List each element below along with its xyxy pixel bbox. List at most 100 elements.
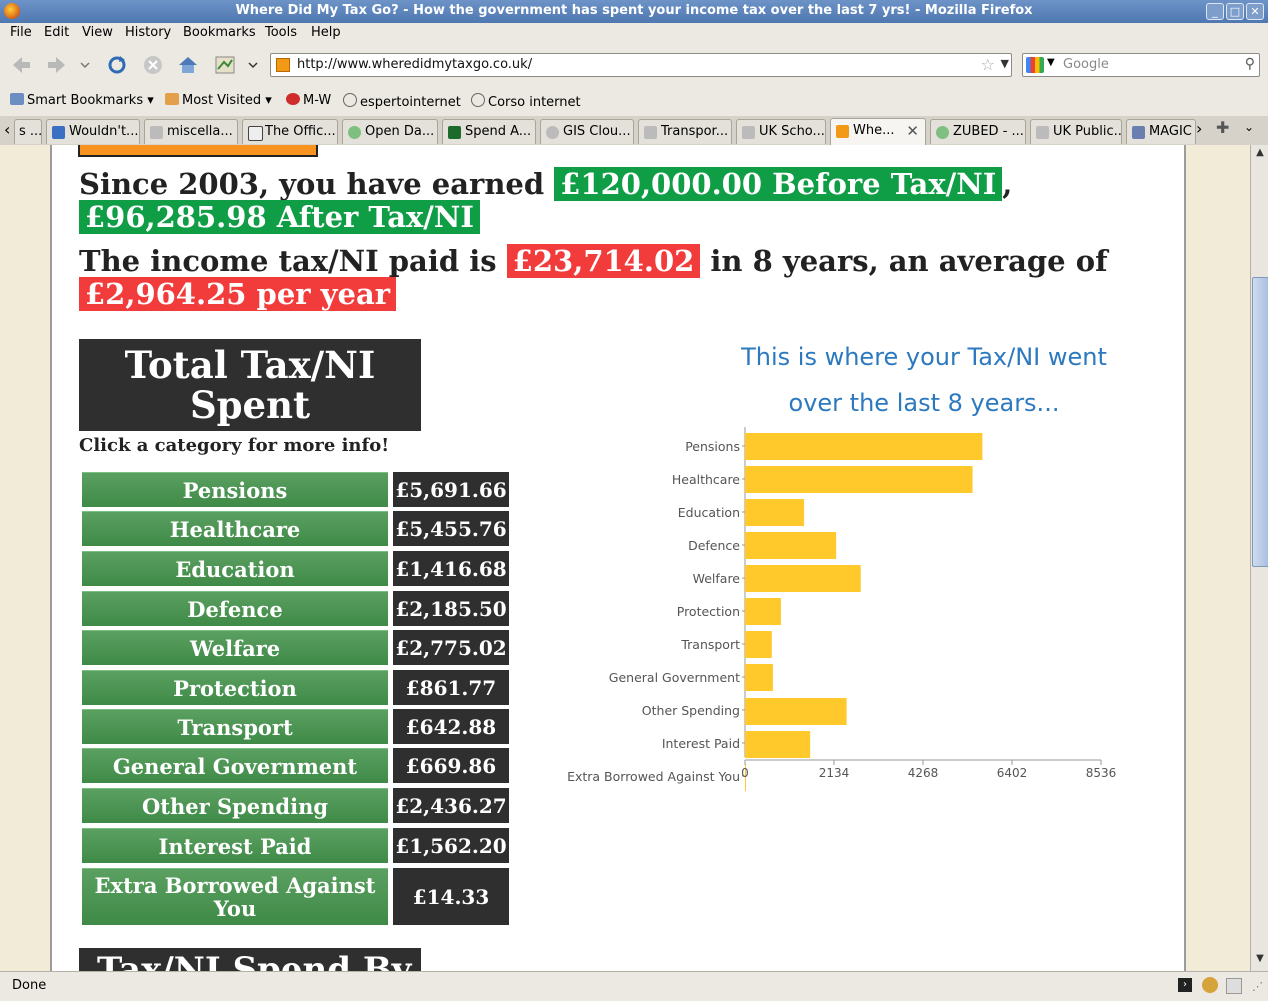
status-text: Done: [12, 978, 47, 993]
bookmark-corso-internet[interactable]: Corso internet: [471, 93, 581, 110]
url-text: http://www.wheredidmytaxgo.co.uk/: [297, 57, 533, 72]
tab-item[interactable]: UK Scho...: [736, 119, 826, 144]
new-tab-icon[interactable]: ✚: [1216, 118, 1229, 137]
chart-bar: [745, 532, 837, 559]
category-button[interactable]: Defence: [82, 591, 388, 626]
menu-bookmarks[interactable]: Bookmarks: [183, 25, 256, 40]
chart-category-label: Transport: [680, 637, 740, 652]
category-button[interactable]: Pensions: [82, 472, 388, 507]
category-button[interactable]: Extra Borrowed Against You: [82, 868, 388, 925]
category-button[interactable]: Education: [82, 551, 388, 586]
chart-category-label: Welfare: [693, 571, 741, 586]
bookmark-smart-bookmarks[interactable]: Smart Bookmarks ▾: [10, 93, 154, 108]
category-button[interactable]: Welfare: [82, 630, 388, 665]
tab-item[interactable]: GIS Clou...: [540, 119, 634, 144]
menu-view[interactable]: View: [82, 25, 113, 40]
vertical-scrollbar[interactable]: ▲ ▼: [1250, 145, 1268, 971]
url-dropdown-icon[interactable]: ▼: [1001, 57, 1009, 70]
tab-item[interactable]: Open Da...: [342, 119, 438, 144]
menu-edit[interactable]: Edit: [44, 25, 69, 40]
scrollbar-thumb[interactable]: [1252, 277, 1268, 567]
console-icon[interactable]: ›: [1178, 978, 1192, 992]
reload-icon[interactable]: [106, 54, 128, 76]
tab-item[interactable]: MAGIC: [1126, 119, 1196, 144]
bookmark-espertointernet[interactable]: espertointernet: [343, 93, 461, 110]
history-dropdown-icon[interactable]: [78, 54, 92, 76]
category-button[interactable]: Protection: [82, 670, 388, 705]
after-tax-amount: £96,285.98 After Tax/NI: [79, 200, 480, 234]
category-button[interactable]: General Government: [82, 748, 388, 783]
back-icon[interactable]: [10, 54, 32, 76]
bookmark-mw[interactable]: M-W: [286, 93, 331, 108]
category-amount: £1,562.20: [393, 828, 509, 863]
category-button[interactable]: Transport: [82, 709, 388, 744]
url-bar[interactable]: http://www.wheredidmytaxgo.co.uk/ ☆ ▼: [270, 53, 1012, 77]
home-icon[interactable]: [177, 54, 199, 76]
x-tick-label: 6402: [997, 766, 1028, 780]
chart-bar: [745, 598, 781, 625]
status-bar: Done › ⋰: [0, 971, 1268, 1001]
tab-scroll-left-icon[interactable]: ‹: [4, 120, 10, 139]
scroll-down-icon[interactable]: ▼: [1253, 953, 1267, 967]
google-engine-icon[interactable]: [1026, 57, 1044, 73]
bookmark-star-icon[interactable]: ☆: [981, 55, 995, 74]
x-tick-label: 8536: [1086, 766, 1117, 780]
tab-item[interactable]: Wouldn't...: [46, 119, 140, 144]
loading-icon: [742, 126, 755, 139]
cookie-icon[interactable]: [1226, 978, 1242, 994]
total-spent-heading: Total Tax/NI Spent: [79, 339, 421, 431]
menu-help[interactable]: Help: [311, 25, 341, 40]
folder-icon: [10, 93, 24, 105]
tab-item[interactable]: ZUBED - ...: [930, 119, 1026, 144]
chart-title: This is where your Tax/NI went: [740, 343, 1107, 371]
page-viewport: Since 2003, you have earned £120,000.00 …: [0, 145, 1250, 971]
category-amount: £861.77: [393, 670, 509, 705]
chart-category-label: General Government: [609, 670, 740, 685]
magic-logo-icon: [1132, 126, 1145, 139]
menu-tools[interactable]: Tools: [265, 25, 297, 40]
stop-icon[interactable]: [142, 54, 164, 76]
engine-dropdown-icon[interactable]: ▼: [1047, 57, 1055, 68]
folder-icon: [165, 93, 179, 105]
maximize-window-icon[interactable]: □: [1226, 3, 1244, 20]
loading-icon: [150, 126, 163, 139]
menubar: File Edit View History Bookmarks Tools H…: [0, 23, 1268, 44]
oft-logo-icon: [248, 126, 263, 141]
chart-category-label: Pensions: [685, 439, 740, 454]
navigation-toolbar: http://www.wheredidmytaxgo.co.uk/ ☆ ▼ ▼ …: [0, 44, 1268, 86]
category-button[interactable]: Interest Paid: [82, 828, 388, 863]
tab-item[interactable]: s ...: [14, 119, 42, 144]
search-icon[interactable]: ⚲: [1245, 56, 1255, 72]
close-tab-icon[interactable]: ✕: [906, 119, 919, 143]
tab-item[interactable]: Transpor...: [638, 119, 732, 144]
chart-category-label: Extra Borrowed Against You: [567, 769, 740, 784]
map-bookmark-icon[interactable]: [214, 54, 236, 76]
list-tabs-icon[interactable]: ⌄: [1244, 120, 1254, 134]
category-amount: £5,455.76: [393, 511, 509, 546]
tab-item-active[interactable]: Whe... ✕: [830, 118, 926, 145]
tab-item[interactable]: Spend A...: [442, 119, 536, 144]
toolbar-dropdown-icon[interactable]: [246, 54, 260, 76]
category-button[interactable]: Other Spending: [82, 788, 388, 823]
tab-item[interactable]: UK Public...: [1030, 119, 1122, 144]
chart-category-label: Defence: [688, 538, 740, 553]
click-category-hint: Click a category for more info!: [79, 435, 390, 456]
resize-grip-icon[interactable]: ⋰: [1252, 980, 1263, 993]
scroll-up-icon[interactable]: ▲: [1253, 147, 1267, 161]
chart-bar: [745, 433, 983, 460]
forward-icon[interactable]: [46, 54, 68, 76]
minimize-window-icon[interactable]: _: [1206, 3, 1224, 20]
addon-icon[interactable]: [1202, 977, 1218, 993]
tab-scroll-right-icon[interactable]: ›: [1196, 119, 1202, 138]
menu-history[interactable]: History: [125, 25, 171, 40]
tab-item[interactable]: The Offic...: [242, 119, 338, 144]
bookmarks-toolbar: Smart Bookmarks ▾ Most Visited ▾ M-W esp…: [0, 86, 1268, 116]
menu-file[interactable]: File: [10, 25, 32, 40]
chart-bar: [745, 466, 973, 493]
bookmark-most-visited[interactable]: Most Visited ▾: [165, 93, 272, 108]
category-button[interactable]: Healthcare: [82, 511, 388, 546]
chart-bar: [745, 698, 847, 725]
tab-item[interactable]: miscella...: [144, 119, 238, 144]
close-window-icon[interactable]: ✕: [1246, 3, 1264, 20]
search-box[interactable]: ▼ Google ⚲: [1022, 53, 1260, 77]
